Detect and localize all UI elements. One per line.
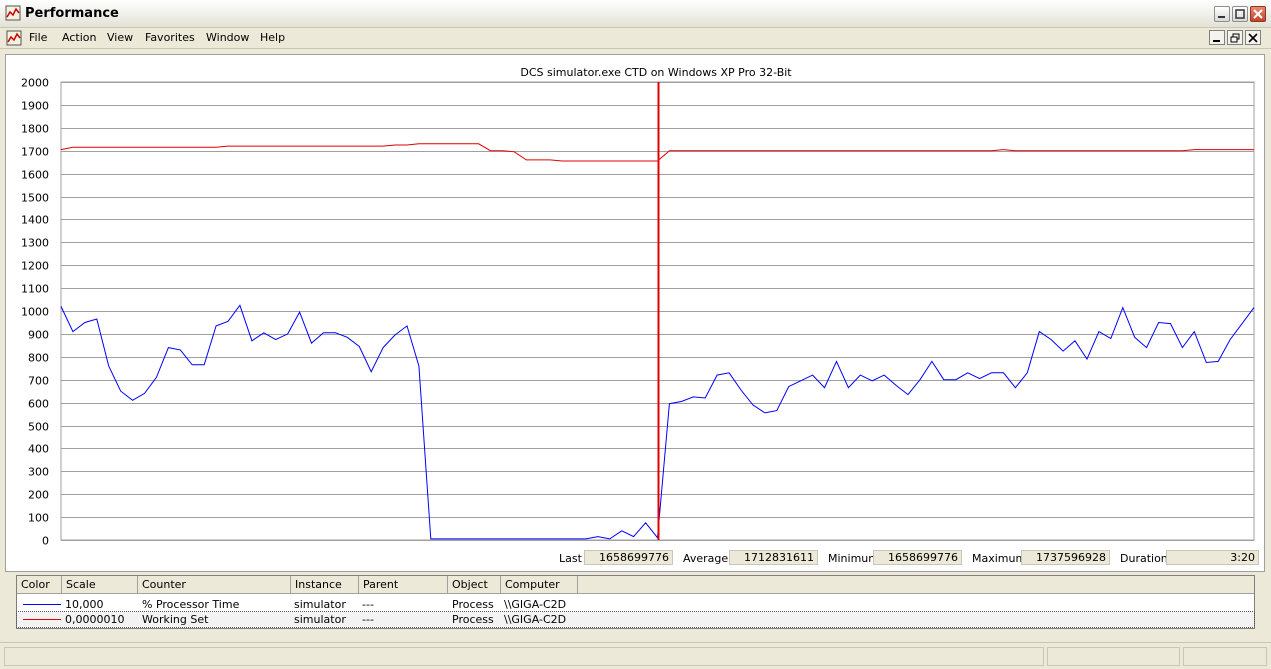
menu-view[interactable]: View — [107, 31, 133, 44]
status-pane-main — [4, 647, 1044, 666]
menu-help[interactable]: Help — [260, 31, 285, 44]
row-parent: --- — [362, 613, 374, 626]
title-bar: Performance — [0, 0, 1271, 28]
y-tick-label: 1800 — [21, 123, 49, 136]
legend-row-processor-time[interactable]: 10,000 % Processor Time simulator --- Pr… — [17, 597, 1254, 612]
color-swatch — [23, 604, 61, 605]
child-restore-button[interactable] — [1227, 30, 1243, 45]
header-parent[interactable]: Parent — [359, 576, 448, 594]
row-parent: --- — [362, 598, 374, 611]
y-tick-label: 0 — [42, 535, 49, 548]
row-object: Process — [452, 598, 494, 611]
y-tick-label: 1100 — [21, 283, 49, 296]
color-swatch — [23, 619, 61, 620]
menu-bar: File Action View Favorites Window Help — [0, 28, 1271, 49]
restore-icon — [1230, 33, 1240, 43]
status-pane-secondary — [1047, 647, 1180, 666]
window-title: Performance — [25, 6, 119, 21]
duration-value: 3:20 — [1166, 550, 1259, 565]
y-tick-label: 900 — [28, 329, 49, 342]
row-counter: Working Set — [142, 613, 209, 626]
last-value: 1658699776 — [584, 550, 673, 565]
y-tick-label: 1400 — [21, 214, 49, 227]
performance-app-icon — [5, 5, 21, 21]
menu-action[interactable]: Action — [62, 31, 96, 44]
maximum-label: Maximum — [972, 552, 1027, 565]
minimize-button[interactable] — [1214, 6, 1230, 22]
performance-window: Performance File Action View Favorites W… — [0, 0, 1271, 669]
row-object: Process — [452, 613, 494, 626]
chart-title: DCS simulator.exe CTD on Windows XP Pro … — [520, 66, 792, 79]
maximum-value: 1737596928 — [1021, 550, 1110, 565]
row-counter: % Processor Time — [142, 598, 240, 611]
minimize-icon — [1218, 16, 1225, 18]
maximize-icon — [1235, 9, 1245, 19]
header-object[interactable]: Object — [448, 576, 501, 594]
y-tick-label: 600 — [28, 398, 49, 411]
row-scale: 0,0000010 — [65, 613, 125, 626]
y-tick-label: 1300 — [21, 237, 49, 250]
duration-label: Duration — [1120, 552, 1168, 565]
y-tick-label: 1200 — [21, 260, 49, 273]
average-value: 1712831611 — [729, 550, 818, 565]
row-instance: simulator — [294, 598, 346, 611]
minimum-value: 1658699776 — [873, 550, 962, 565]
row-scale: 10,000 — [65, 598, 104, 611]
menu-favorites[interactable]: Favorites — [145, 31, 195, 44]
y-tick-label: 1500 — [21, 192, 49, 205]
minimize-icon — [1213, 40, 1220, 42]
status-bar — [0, 642, 1271, 669]
y-tick-label: 200 — [28, 489, 49, 502]
child-close-button[interactable] — [1245, 30, 1261, 45]
y-tick-label: 1000 — [21, 306, 49, 319]
average-label: Average — [683, 552, 729, 565]
y-tick-label: 400 — [28, 443, 49, 456]
close-icon — [1253, 9, 1263, 19]
y-tick-label: 800 — [28, 352, 49, 365]
y-tick-label: 1600 — [21, 169, 49, 182]
header-color[interactable]: Color — [17, 576, 62, 594]
performance-chart[interactable]: DCS simulator.exe CTD on Windows XP Pro … — [6, 55, 1264, 571]
legend-header: Color Scale Counter Instance Parent Obje… — [17, 576, 1254, 594]
y-tick-label: 100 — [28, 512, 49, 525]
legend-row-working-set[interactable]: 0,0000010 Working Set simulator --- Proc… — [16, 611, 1255, 628]
y-tick-label: 2000 — [21, 77, 49, 90]
y-tick-label: 1900 — [21, 100, 49, 113]
counter-legend[interactable]: Color Scale Counter Instance Parent Obje… — [16, 575, 1255, 629]
document-icon[interactable] — [6, 30, 22, 46]
child-minimize-button[interactable] — [1209, 30, 1225, 45]
maximize-button[interactable] — [1232, 6, 1248, 22]
header-instance[interactable]: Instance — [291, 576, 359, 594]
graph-panel: DCS simulator.exe CTD on Windows XP Pro … — [5, 54, 1265, 572]
y-tick-label: 700 — [28, 375, 49, 388]
menu-file[interactable]: File — [29, 31, 47, 44]
status-pane-tertiary — [1183, 647, 1267, 666]
row-computer: \\GIGA-C2D — [504, 613, 567, 626]
row-computer: \\GIGA-C2D — [504, 598, 567, 611]
header-scale[interactable]: Scale — [62, 576, 138, 594]
y-tick-label: 300 — [28, 466, 49, 479]
close-button[interactable] — [1250, 6, 1266, 22]
header-computer[interactable]: Computer — [501, 576, 578, 594]
last-label: Last — [559, 552, 582, 565]
minimum-label: Minimum — [828, 552, 879, 565]
row-instance: simulator — [294, 613, 346, 626]
close-icon — [1248, 33, 1258, 43]
y-tick-label: 1700 — [21, 146, 49, 159]
menu-window[interactable]: Window — [206, 31, 249, 44]
header-counter[interactable]: Counter — [138, 576, 291, 594]
y-tick-label: 500 — [28, 421, 49, 434]
